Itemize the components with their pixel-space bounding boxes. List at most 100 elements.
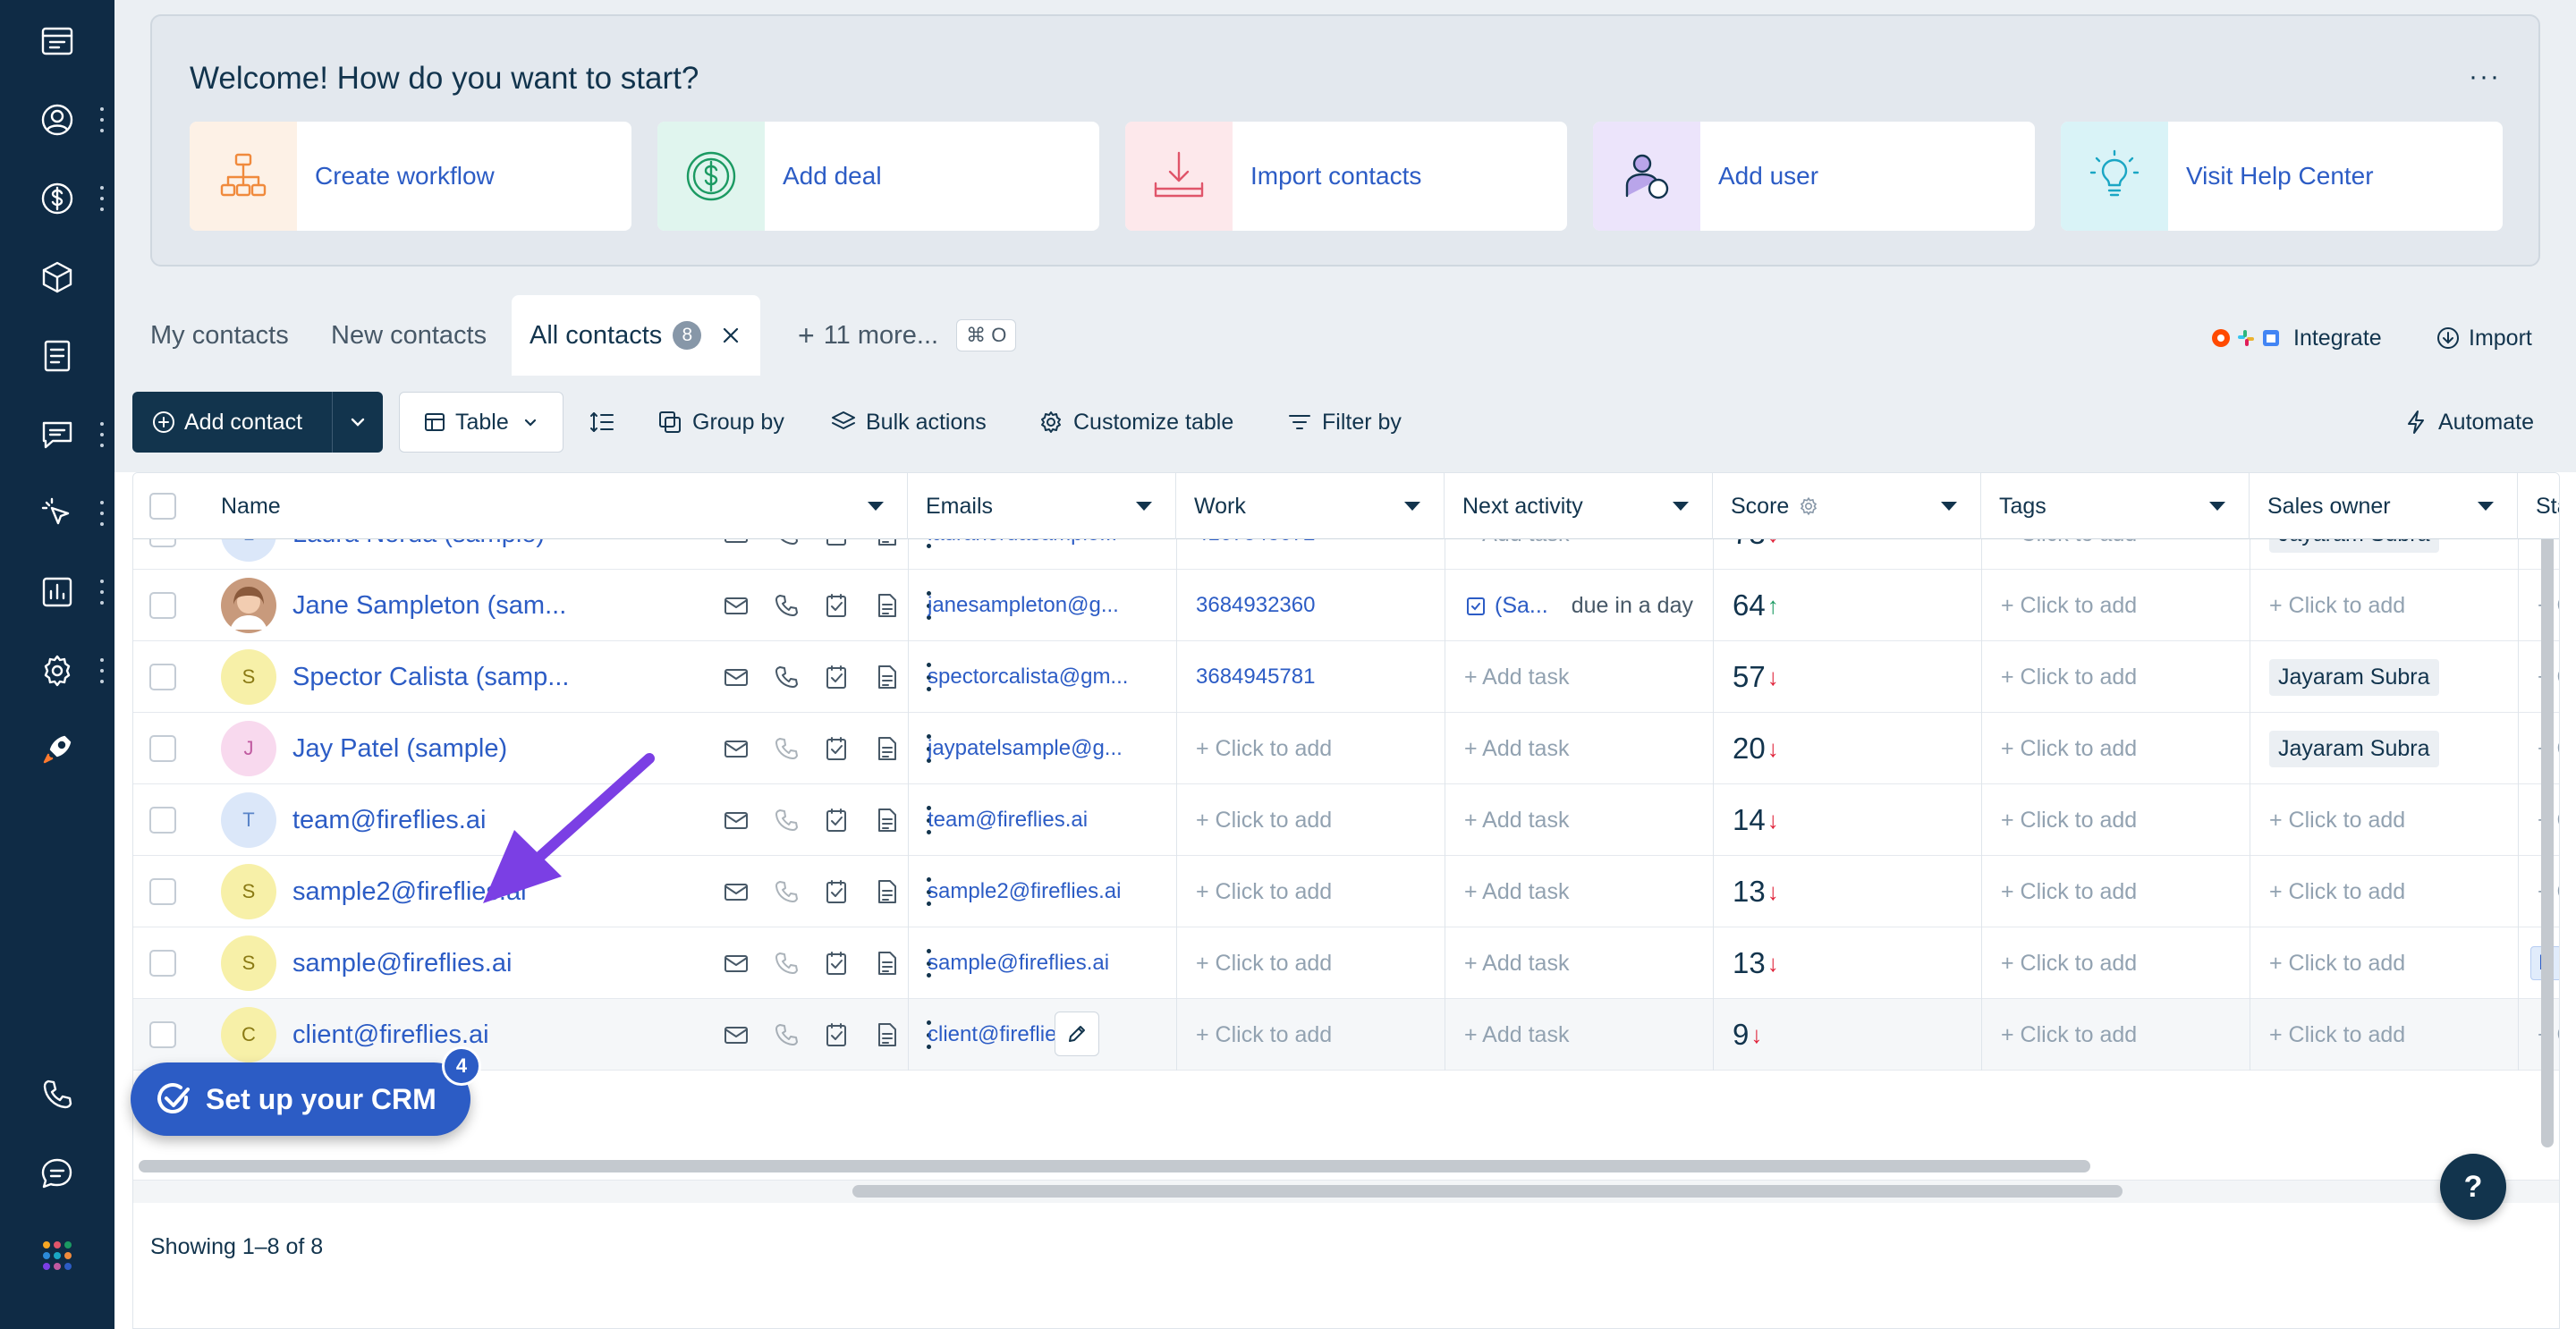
email-icon[interactable] (722, 663, 750, 691)
column-next-activity[interactable]: Next activity (1445, 473, 1713, 539)
next-activity-cell[interactable]: + Add task (1464, 927, 1697, 999)
work-phone-cell[interactable]: + Click to add (1196, 856, 1428, 927)
contacts-more-icon[interactable] (98, 107, 106, 132)
task-icon[interactable] (822, 877, 851, 906)
column-emails[interactable]: Emails (908, 473, 1176, 539)
table-view-select[interactable]: Table (399, 392, 564, 453)
documents-icon[interactable] (34, 333, 80, 379)
sort-caret-icon[interactable] (2478, 502, 2494, 511)
reports-icon[interactable] (34, 569, 80, 615)
filter-by-button[interactable]: Filter by (1286, 392, 1402, 453)
email-icon[interactable] (722, 591, 750, 620)
sales-owner-cell[interactable]: Jayaram Subra (2269, 641, 2511, 713)
next-activity-cell[interactable]: + Add task (1464, 641, 1697, 713)
sort-caret-icon[interactable] (1404, 502, 1420, 511)
email-cell[interactable]: janesampleton@g... (928, 570, 1160, 641)
email-cell[interactable]: jaypatelsample@g... (928, 713, 1160, 784)
tab-my-contacts[interactable]: My contacts (150, 295, 289, 376)
add-contact-button[interactable]: Add contact (132, 392, 383, 453)
conversations-icon[interactable] (34, 411, 80, 458)
row-height-button[interactable] (589, 392, 624, 453)
email-cell[interactable]: client@fireflies.ai (928, 999, 1160, 1071)
tags-cell[interactable]: + Click to add (2001, 927, 2233, 999)
phone-icon[interactable] (34, 1071, 80, 1118)
next-activity-cell[interactable]: + Add task (1464, 999, 1697, 1071)
tags-cell[interactable]: + Click to add (2001, 784, 2233, 856)
email-cell[interactable]: spectorcalista@gm... (928, 641, 1160, 713)
row-checkbox[interactable] (133, 784, 192, 856)
tags-cell[interactable]: + Click to add (2001, 641, 2233, 713)
next-activity-cell[interactable]: + Add task (1464, 856, 1697, 927)
sales-owner-cell[interactable]: + Click to add (2269, 927, 2511, 999)
task-icon[interactable] (822, 806, 851, 834)
email-cell[interactable]: sample@fireflies.ai (928, 927, 1160, 999)
welcome-more-icon[interactable]: ··· (2469, 63, 2501, 90)
email-icon[interactable] (722, 806, 750, 834)
table-row[interactable]: Cclient@fireflies.ai client@fireflies.ai +… (133, 999, 2559, 1071)
row-checkbox[interactable] (133, 570, 192, 641)
email-icon[interactable] (722, 949, 750, 978)
note-icon[interactable] (872, 806, 901, 834)
work-phone-cell[interactable]: 3684932360 (1196, 570, 1428, 641)
tags-cell[interactable]: + Click to add (2001, 856, 2233, 927)
phone-icon[interactable] (772, 1020, 801, 1049)
email-cell[interactable]: sample2@fireflies.ai (928, 856, 1160, 927)
tags-cell[interactable]: + Click to add (2001, 570, 2233, 641)
reports-more-icon[interactable] (98, 580, 106, 605)
group-by-button[interactable]: Group by (657, 392, 784, 453)
import-contacts-card[interactable]: Import contacts (1125, 122, 1567, 231)
tags-cell[interactable]: + Click to add (2001, 713, 2233, 784)
edit-pencil-icon[interactable] (1055, 1012, 1099, 1056)
column-status[interactable]: Statu (2518, 473, 2559, 539)
tags-cell[interactable]: + Click to add (2001, 999, 2233, 1071)
tab-new-contacts[interactable]: New contacts (331, 295, 487, 376)
email-icon[interactable] (722, 734, 750, 763)
setup-crm-button[interactable]: Set up your CRM (131, 1062, 470, 1136)
bulk-actions-button[interactable]: Bulk actions (830, 392, 987, 453)
automate-button[interactable]: Automate (2402, 392, 2534, 453)
contact-name-link[interactable]: Jane Sampleton (sam... (292, 570, 713, 641)
column-name[interactable]: Name (192, 473, 908, 539)
sort-caret-icon[interactable] (2209, 502, 2225, 511)
work-phone-cell[interactable]: + Click to add (1196, 999, 1428, 1071)
add-contact-dropdown-icon[interactable] (333, 411, 383, 433)
sort-caret-icon[interactable] (868, 502, 884, 511)
automation-icon[interactable] (34, 490, 80, 537)
note-icon[interactable] (872, 1020, 901, 1049)
email-cell[interactable]: team@fireflies.ai (928, 784, 1160, 856)
help-button[interactable]: ? (2440, 1154, 2506, 1220)
note-icon[interactable] (872, 949, 901, 978)
sales-owner-cell[interactable]: + Click to add (2269, 784, 2511, 856)
work-phone-cell[interactable]: + Click to add (1196, 713, 1428, 784)
row-checkbox[interactable] (133, 856, 192, 927)
horizontal-scrollbar-thumb[interactable] (852, 1185, 2123, 1198)
phone-icon[interactable] (772, 663, 801, 691)
create-workflow-card[interactable]: Create workflow (190, 122, 631, 231)
work-phone-cell[interactable]: + Click to add (1196, 927, 1428, 999)
email-icon[interactable] (722, 877, 750, 906)
deals-more-icon[interactable] (98, 186, 106, 211)
note-icon[interactable] (872, 591, 901, 620)
vertical-scrollbar-thumb[interactable] (2541, 504, 2554, 1147)
contacts-icon[interactable] (34, 97, 80, 143)
horizontal-scrollbar-upper[interactable] (139, 1160, 2090, 1172)
add-deal-card[interactable]: Add deal (657, 122, 1099, 231)
column-score[interactable]: Score (1713, 473, 1981, 539)
contact-name-link[interactable]: sample@fireflies.ai (292, 927, 713, 999)
task-icon[interactable] (822, 663, 851, 691)
phone-icon[interactable] (772, 591, 801, 620)
row-checkbox[interactable] (133, 999, 192, 1071)
tab-all-contacts[interactable]: All contacts 8 (512, 295, 761, 376)
column-tags[interactable]: Tags (1981, 473, 2250, 539)
select-all-checkbox[interactable] (133, 473, 192, 539)
note-icon[interactable] (872, 877, 901, 906)
integrate-button[interactable]: Integrate (2211, 313, 2382, 363)
conversations-more-icon[interactable] (98, 422, 106, 447)
dashboard-icon[interactable] (34, 18, 80, 64)
phone-icon[interactable] (772, 734, 801, 763)
email-icon[interactable] (722, 1020, 750, 1049)
phone-icon[interactable] (772, 806, 801, 834)
table-row[interactable]: Jane Sampleton (sam... janesampleton@g...… (133, 570, 2559, 641)
task-icon[interactable] (822, 591, 851, 620)
column-work[interactable]: Work (1176, 473, 1445, 539)
